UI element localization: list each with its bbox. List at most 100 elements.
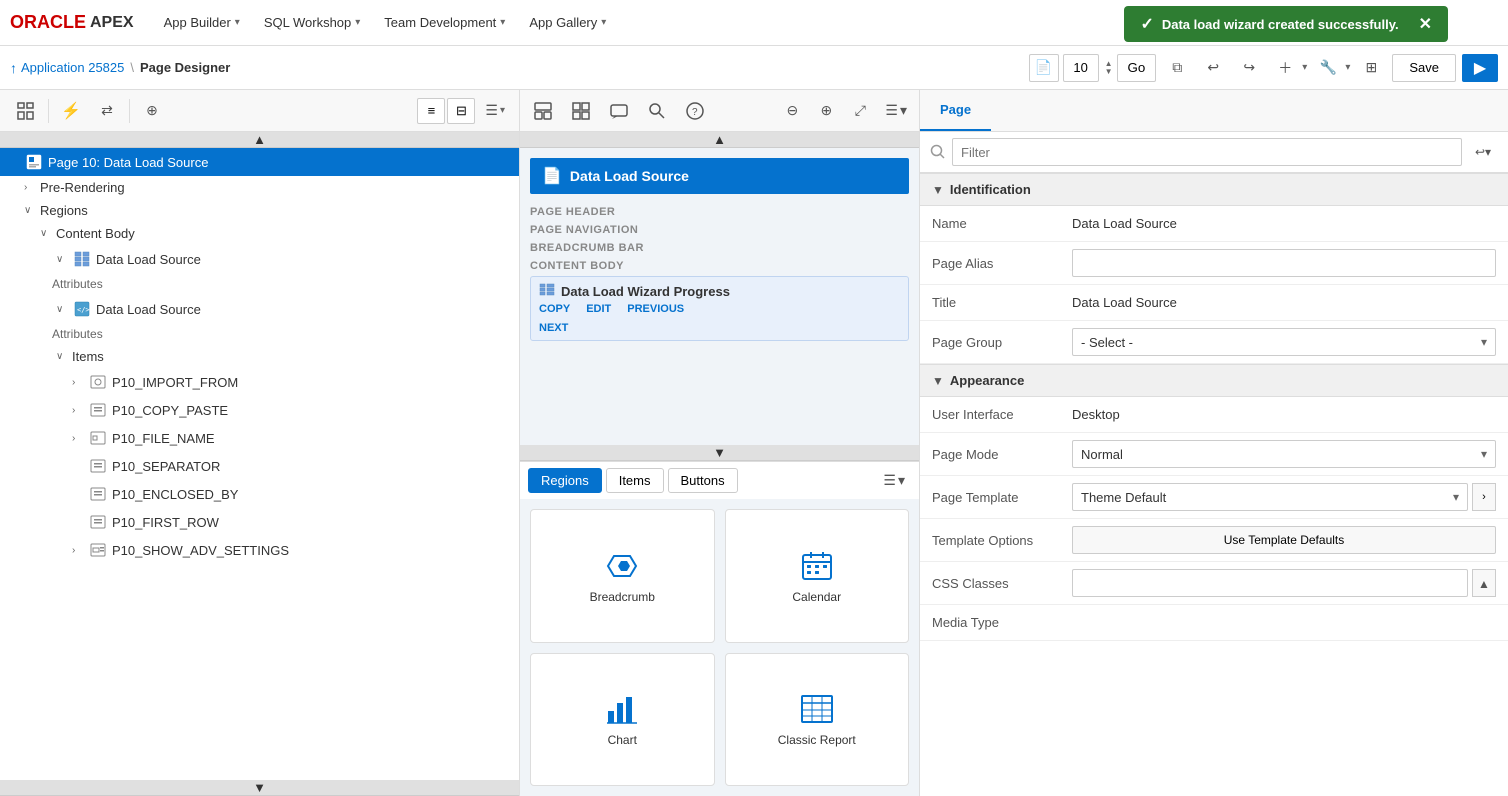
tab-processing[interactable]: ⇄: [89, 93, 125, 129]
nav-item-app-gallery[interactable]: App Gallery ▾: [519, 0, 616, 46]
page-number-input[interactable]: [1063, 54, 1099, 82]
prop-page-mode: Page Mode Normal ▾: [920, 433, 1508, 476]
component-breadcrumb[interactable]: Breadcrumb: [530, 509, 715, 643]
hamburger-dropdown-arrow: ▾: [500, 105, 505, 116]
prop-alias-input[interactable]: [1072, 249, 1496, 277]
prop-name: Name Data Load Source: [920, 206, 1508, 242]
mid-scroll-down[interactable]: ▼: [520, 445, 919, 461]
success-close-button[interactable]: ✕: [1419, 14, 1432, 34]
second-toolbar: ↑ Application 25825 \ Page Designer 📄 ▲ …: [0, 46, 1508, 90]
page-title-item[interactable]: Page 10: Data Load Source: [0, 148, 519, 176]
tree-p10-show-adv[interactable]: › P10_SHOW_ADV_SETTINGS: [0, 536, 519, 564]
add-dropdown[interactable]: ＋ ▾: [1270, 54, 1307, 82]
region-edit-button[interactable]: EDIT: [586, 303, 611, 315]
scroll-down-button[interactable]: ▼: [0, 780, 519, 796]
add-button[interactable]: ＋: [1270, 54, 1300, 82]
css-expand-icon: ▲: [1478, 577, 1490, 591]
spinner-down[interactable]: ▼: [1105, 68, 1113, 76]
scroll-up-button[interactable]: ▲: [0, 132, 519, 148]
page-spinners[interactable]: ▲ ▼: [1105, 60, 1113, 76]
tree-items[interactable]: ∨ Items: [0, 345, 519, 368]
mid-tab-layout[interactable]: [526, 94, 560, 128]
tree-data-load-source[interactable]: ∨ </> Data Load Source: [0, 295, 519, 323]
filter-input[interactable]: [952, 138, 1462, 166]
tree-view-button[interactable]: ⊟: [447, 98, 475, 124]
tree-p10-first-row[interactable]: P10_FIRST_ROW: [0, 508, 519, 536]
tree-p10-copy-paste[interactable]: › P10_COPY_PASTE: [0, 396, 519, 424]
tab-dynamic-actions[interactable]: ⚡: [53, 93, 89, 129]
filter-options-button[interactable]: ↩▾: [1468, 138, 1498, 166]
region-previous-button[interactable]: PREVIOUS: [627, 303, 684, 315]
left-panel: ⚡ ⇄ ⊕ ≡ ⊟ ☰ ▾ ▲: [0, 90, 520, 796]
component-classic-report[interactable]: Classic Report: [725, 653, 910, 787]
nav-item-team-dev[interactable]: Team Development ▾: [374, 0, 515, 46]
tree-data-load-wizard[interactable]: ∨ Data Load Source: [0, 245, 519, 273]
tools-dropdown[interactable]: 🔧 ▾: [1313, 54, 1350, 82]
region-next-button[interactable]: NEXT: [539, 322, 568, 334]
right-tab-page[interactable]: Page: [920, 90, 991, 131]
go-button[interactable]: Go: [1117, 54, 1157, 82]
shared-components-button[interactable]: ⊞: [1356, 54, 1386, 82]
component-chart[interactable]: Chart: [530, 653, 715, 787]
copy-page-button[interactable]: ⧉: [1162, 54, 1192, 82]
tree-regions[interactable]: ∨ Regions: [0, 199, 519, 222]
prop-group-arrow: ▾: [1481, 335, 1487, 349]
panel-view-controls: ≡ ⊟ ☰ ▾: [417, 98, 511, 124]
section-breadcrumb-bar: BREADCRUMB BAR: [530, 240, 909, 258]
page-title-label: Page 10: Data Load Source: [48, 155, 208, 170]
prop-template-select[interactable]: Theme Default ▾: [1072, 483, 1468, 511]
undo-button[interactable]: ↩: [1198, 54, 1228, 82]
mid-tab-messages[interactable]: [602, 94, 636, 128]
tab-shared-components[interactable]: ⊕: [134, 93, 170, 129]
bottom-hamburger-arrow: ▾: [898, 472, 905, 489]
mid-scroll-up[interactable]: ▲: [520, 132, 919, 148]
tree-p10-separator[interactable]: P10_SEPARATOR: [0, 452, 519, 480]
run-button[interactable]: ▶: [1462, 54, 1498, 82]
mid-zoom-in[interactable]: ⊕: [811, 97, 841, 125]
mid-fullscreen[interactable]: ⤢: [845, 97, 875, 125]
section-identification[interactable]: ▼ Identification: [920, 173, 1508, 206]
tree-content-body[interactable]: ∨ Content Body: [0, 222, 519, 245]
panel-menu-button[interactable]: ☰ ▾: [479, 98, 511, 123]
source-icon: </>: [72, 299, 92, 319]
page-header-title: Data Load Source: [570, 168, 689, 184]
mid-tab-search[interactable]: [640, 94, 674, 128]
tree-p10-enclosed-by[interactable]: P10_ENCLOSED_BY: [0, 480, 519, 508]
tools-button[interactable]: 🔧: [1313, 54, 1343, 82]
section-appearance[interactable]: ▼ Appearance: [920, 364, 1508, 397]
copy-label: P10_COPY_PASTE: [112, 403, 228, 418]
tree-attributes-2[interactable]: Attributes: [0, 323, 519, 345]
top-navigation: ORACLE APEX App Builder ▾ SQL Workshop ▾…: [0, 0, 1508, 46]
save-button[interactable]: Save: [1392, 54, 1456, 82]
nav-item-sql-workshop[interactable]: SQL Workshop ▾: [254, 0, 370, 46]
list-view-button[interactable]: ≡: [417, 98, 445, 124]
bottom-menu-button[interactable]: ☰ ▾: [877, 468, 911, 493]
bottom-tab-buttons[interactable]: Buttons: [668, 468, 738, 493]
mid-zoom-out[interactable]: ⊖: [777, 97, 807, 125]
application-link[interactable]: ↑ Application 25825: [10, 60, 124, 76]
component-calendar[interactable]: Calendar: [725, 509, 910, 643]
tree-pre-rendering[interactable]: › Pre-Rendering: [0, 176, 519, 199]
tab-rendering[interactable]: [8, 93, 44, 129]
mid-menu-button[interactable]: ☰ ▾: [879, 98, 913, 123]
tree-p10-file-name[interactable]: › P10_FILE_NAME: [0, 424, 519, 452]
region-copy-button[interactable]: COPY: [539, 303, 570, 315]
prop-tpl-options-button[interactable]: Use Template Defaults: [1072, 526, 1496, 554]
prop-css-input[interactable]: [1072, 569, 1468, 597]
prop-group-select[interactable]: - Select - ▾: [1072, 328, 1496, 356]
mid-tab-grid[interactable]: [564, 94, 598, 128]
bottom-tab-regions[interactable]: Regions: [528, 468, 602, 493]
mid-tab-help[interactable]: ?: [678, 94, 712, 128]
prop-mode-select[interactable]: Normal ▾: [1072, 440, 1496, 468]
prop-css-expand-button[interactable]: ▲: [1472, 569, 1496, 597]
nav-label-sql-workshop: SQL Workshop: [264, 15, 351, 30]
redo-button[interactable]: ↪: [1234, 54, 1264, 82]
tree-p10-import-from[interactable]: › P10_IMPORT_FROM: [0, 368, 519, 396]
prop-template-edit-button[interactable]: ›: [1472, 483, 1496, 511]
nav-item-app-builder[interactable]: App Builder ▾: [154, 0, 250, 46]
page-doc-button[interactable]: 📄: [1029, 54, 1059, 82]
bottom-tab-items[interactable]: Items: [606, 468, 664, 493]
prop-ui-label: User Interface: [932, 407, 1072, 422]
prop-template-label: Page Template: [932, 490, 1072, 505]
tree-attributes-1[interactable]: Attributes: [0, 273, 519, 295]
